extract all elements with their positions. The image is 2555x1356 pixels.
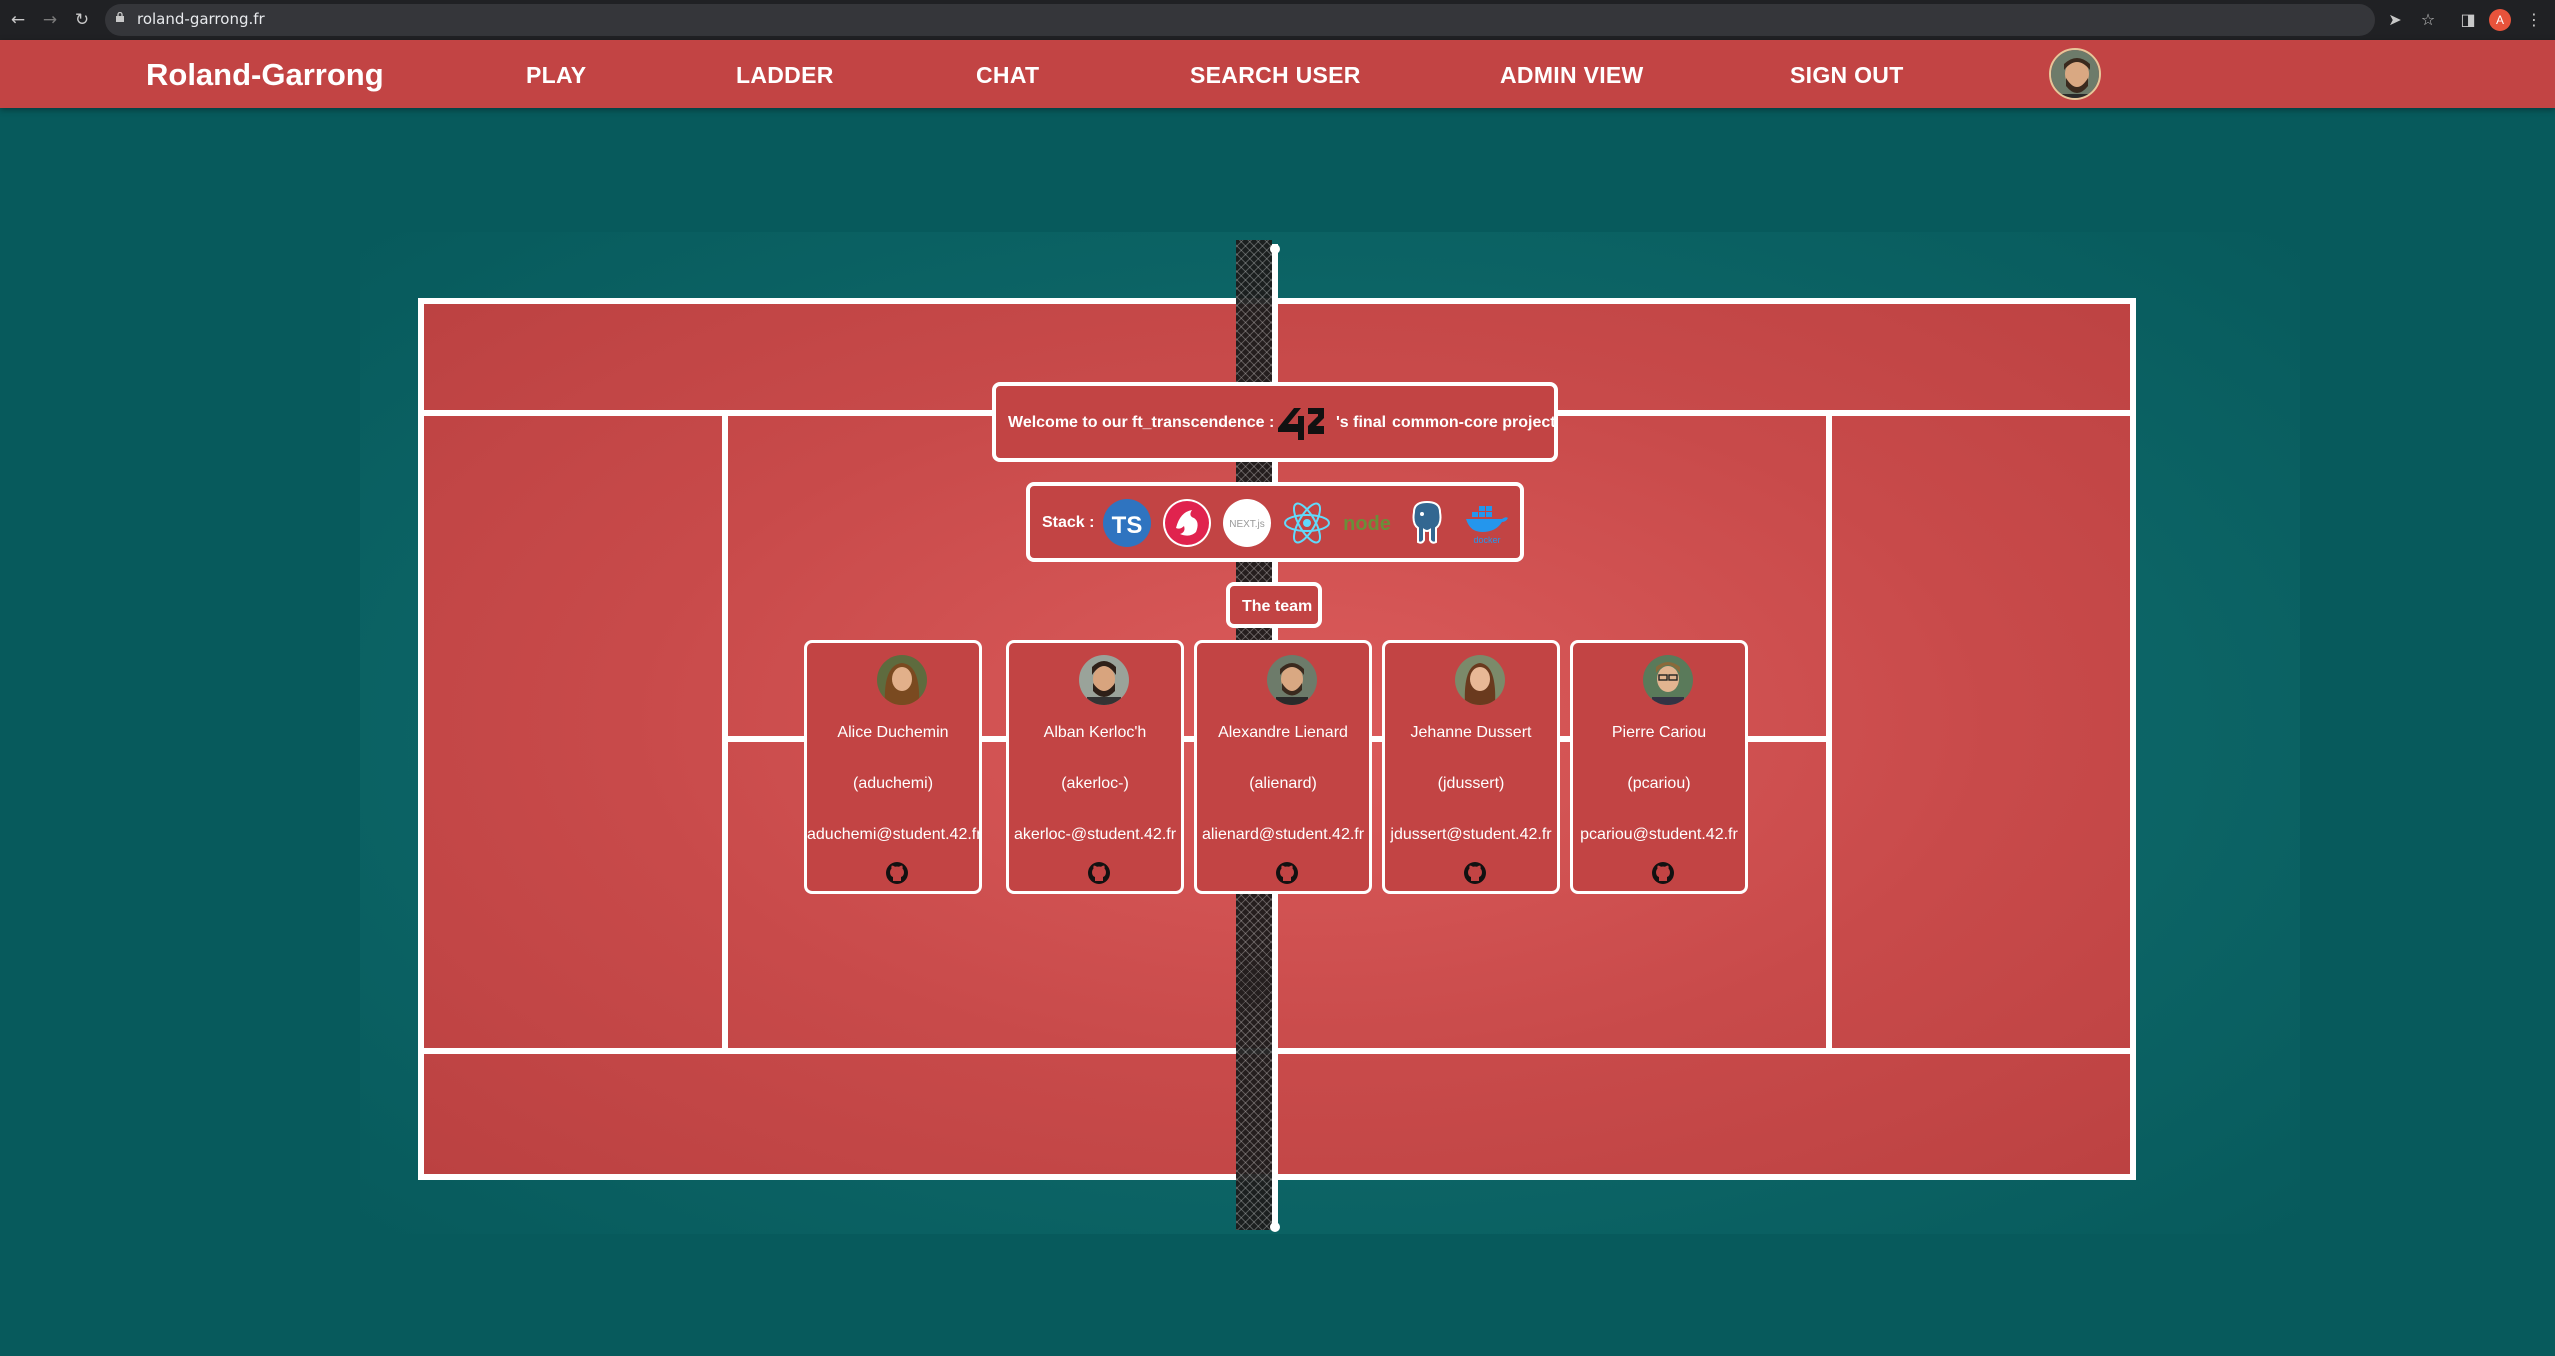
net-cap: [1270, 1222, 1280, 1232]
url-text[interactable]: roland-garrong.fr: [137, 10, 265, 28]
nodejs-icon: node: [1343, 513, 1391, 535]
court-line: [1826, 410, 1832, 1054]
team-member-card: Alban Kerloc'h (akerloc-) akerloc-@stude…: [1006, 640, 1184, 894]
net-cap: [1270, 244, 1280, 254]
member-login: (jdussert): [1437, 775, 1505, 792]
github-icon[interactable]: [1651, 861, 1675, 885]
team-member-card: Jehanne Dussert (jdussert) jdussert@stud…: [1382, 640, 1560, 894]
team-title-text: The team: [1242, 598, 1313, 615]
welcome-banner: Welcome to our ft_transcendence : 's fin…: [992, 382, 1558, 462]
app-header: Roland-Garrong PLAY LADDER CHAT SEARCH U…: [0, 40, 2555, 108]
stack-panel: Stack : TS NEXT.js node docker: [1026, 482, 1524, 562]
github-icon[interactable]: [1087, 861, 1111, 885]
docker-icon: docker: [1466, 506, 1508, 545]
back-arrow-icon[interactable]: ←: [6, 8, 30, 32]
member-email: pcariou@student.42.fr: [1580, 826, 1738, 843]
nav-admin-view[interactable]: ADMIN VIEW: [1500, 62, 1644, 89]
docker-text: docker: [1473, 535, 1500, 545]
member-avatar: [877, 655, 927, 705]
send-icon[interactable]: ➤: [2383, 8, 2407, 32]
member-name: Jehanne Dussert: [1410, 724, 1532, 741]
member-email: akerloc-@student.42.fr: [1013, 826, 1177, 843]
browser-toolbar: ← → ↻ roland-garrong.fr ➤ ☆ ◨ A ⋮: [0, 0, 2555, 40]
nav-search-user[interactable]: SEARCH USER: [1190, 62, 1361, 89]
forward-arrow-icon[interactable]: →: [38, 8, 62, 32]
member-avatar: [1455, 655, 1505, 705]
member-email: alienard@student.42.fr: [1201, 826, 1365, 843]
court-line: [722, 410, 728, 1054]
member-avatar: [1643, 655, 1693, 705]
nextjs-icon: NEXT.js: [1223, 499, 1271, 547]
member-name: Alexandre Lienard: [1218, 724, 1348, 741]
react-icon: [1284, 502, 1330, 544]
reload-icon[interactable]: ↻: [70, 8, 94, 32]
github-icon[interactable]: [1275, 861, 1299, 885]
member-name: Alice Duchemin: [837, 724, 949, 741]
nav-chat[interactable]: CHAT: [976, 62, 1039, 89]
user-avatar[interactable]: [2049, 48, 2101, 100]
project-name: ft_transcendence :: [1132, 414, 1275, 431]
brand-logo[interactable]: Roland-Garrong: [146, 57, 384, 93]
member-avatar: [1267, 655, 1317, 705]
bookmark-star-icon[interactable]: ☆: [2416, 8, 2440, 32]
next-text: NEXT.js: [1229, 519, 1265, 530]
team-member-card: Alexandre Lienard (alienard) alienard@st…: [1194, 640, 1372, 894]
member-login: (alienard): [1249, 775, 1317, 792]
welcome-tail: common-core project: [1392, 414, 1556, 431]
browser-menu-icon[interactable]: ⋮: [2522, 8, 2546, 32]
team-member-card: Pierre Cariou (pcariou) pcariou@student.…: [1570, 640, 1748, 894]
member-login: (akerloc-): [1061, 775, 1129, 792]
lock-icon: [116, 12, 124, 22]
member-email: jdussert@student.42.fr: [1390, 826, 1552, 843]
postgresql-icon: [1412, 500, 1442, 544]
github-icon[interactable]: [1463, 861, 1487, 885]
member-name: Pierre Cariou: [1611, 724, 1707, 741]
side-panel-icon[interactable]: ◨: [2456, 8, 2480, 32]
stack-label: Stack :: [1042, 514, 1095, 531]
github-icon[interactable]: [885, 861, 909, 885]
typescript-icon: TS: [1103, 499, 1151, 547]
welcome-prefix: Welcome to our: [1008, 414, 1128, 431]
member-login: (pcariou): [1627, 775, 1691, 792]
nestjs-icon: [1163, 499, 1211, 547]
nav-ladder[interactable]: LADDER: [736, 62, 834, 89]
address-bar[interactable]: [105, 4, 2375, 36]
nav-sign-out[interactable]: SIGN OUT: [1790, 62, 1904, 89]
welcome-suffix: 's final: [1336, 414, 1387, 431]
team-member-card: Alice Duchemin (aduchemi) aduchemi@stude…: [804, 640, 982, 894]
member-name: Alban Kerloc'h: [1043, 724, 1147, 741]
ts-text: TS: [1112, 512, 1143, 539]
school-42-logo: [1278, 408, 1324, 440]
browser-profile-avatar[interactable]: A: [2489, 9, 2511, 31]
nav-play[interactable]: PLAY: [526, 62, 586, 89]
member-email: aduchemi@student.42.fr: [807, 826, 982, 843]
node-text: node: [1343, 513, 1391, 535]
team-title: The team: [1226, 582, 1322, 628]
member-login: (aduchemi): [852, 775, 934, 792]
member-avatar: [1079, 655, 1129, 705]
